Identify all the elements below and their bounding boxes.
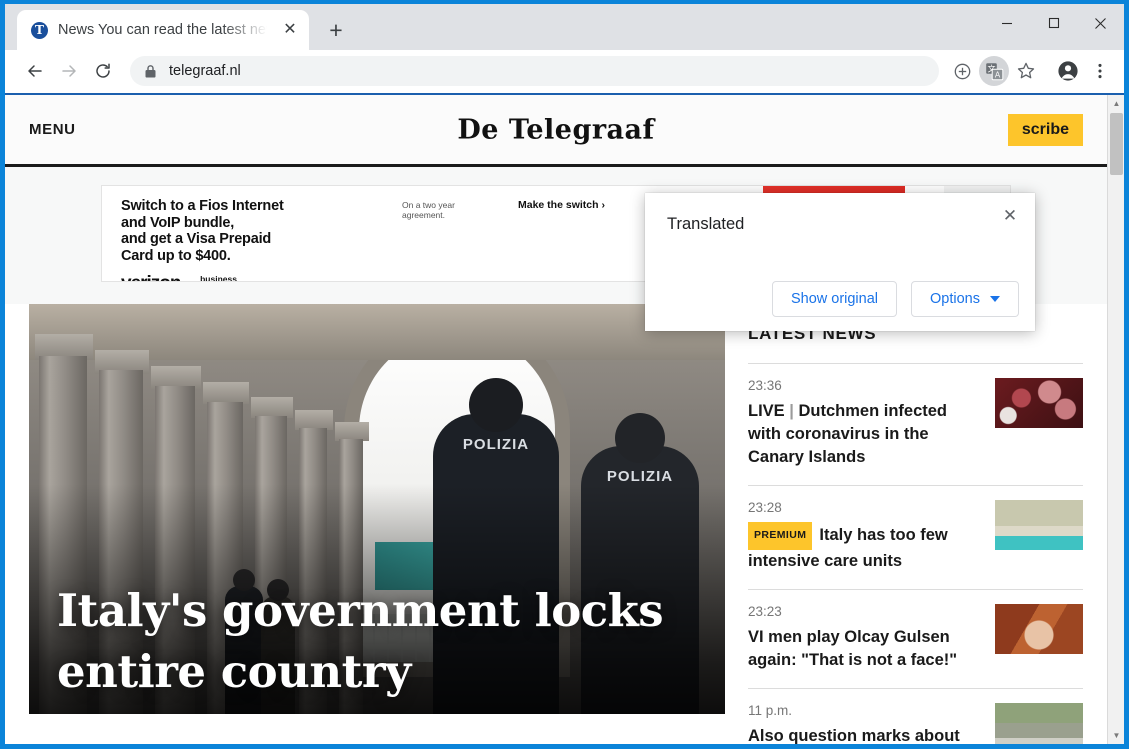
- hero-capital: [295, 410, 333, 430]
- hero-capital: [203, 382, 249, 404]
- show-original-button[interactable]: Show original: [772, 281, 897, 317]
- news-item-time: 11 p.m.: [748, 703, 983, 718]
- ad-headline-line: and get a Visa Prepaid: [121, 231, 402, 248]
- list-item[interactable]: 23:23 VI men play Olcay Gulsen again: "T…: [748, 590, 1083, 689]
- ad-cta-link[interactable]: Make the switch ›: [518, 186, 605, 281]
- list-item[interactable]: 23:36 LIVE | Dutchmen infected with coro…: [748, 364, 1083, 486]
- news-item-time: 23:36: [748, 378, 983, 393]
- favicon-glyph: T: [35, 24, 44, 36]
- site-masthead: De Telegraaf: [457, 114, 654, 145]
- hero-capital: [251, 397, 293, 418]
- news-item-thumbnail: [995, 500, 1083, 550]
- options-button[interactable]: Options: [911, 281, 1019, 317]
- scrollbar-down-arrow-icon[interactable]: ▼: [1108, 727, 1124, 744]
- news-item-title: LIVE | Dutchmen infected with coronaviru…: [748, 400, 983, 469]
- verizon-logo: verizon ✓ business ready: [121, 273, 402, 282]
- profile-avatar-icon[interactable]: [1053, 56, 1083, 86]
- page-viewport: MENU De Telegraaf scribe Switch to a Fio…: [5, 93, 1124, 744]
- new-tab-button[interactable]: +: [319, 13, 353, 47]
- hero-headline: Italy's government locks entire country: [57, 580, 665, 702]
- status-badge: PREMIUM: [748, 522, 812, 550]
- verizon-check-icon: ✓: [183, 277, 196, 282]
- window-close-button[interactable]: [1077, 4, 1124, 42]
- telegraaf-favicon-icon: T: [31, 22, 48, 39]
- tab-title: News You can read the latest new: [58, 22, 269, 38]
- window-controls: [983, 4, 1124, 42]
- news-item-title: Also question marks about: [748, 725, 983, 744]
- site-menu-button[interactable]: MENU: [29, 121, 76, 138]
- ad-headline-line: Card up to $400.: [121, 248, 402, 265]
- list-item[interactable]: 23:28 PREMIUMItaly has too few intensive…: [748, 486, 1083, 590]
- page-content: POLIZIA POLIZIA Italy's government locks…: [5, 304, 1107, 744]
- show-original-label: Show original: [791, 291, 878, 307]
- scrollbar-up-arrow-icon[interactable]: ▲: [1108, 95, 1124, 112]
- browser-tab[interactable]: T News You can read the latest new ✕: [17, 10, 309, 50]
- svg-text:A: A: [994, 70, 1000, 79]
- news-item-time: 23:23: [748, 604, 983, 619]
- window-maximize-button[interactable]: [1030, 4, 1077, 42]
- back-button[interactable]: [19, 55, 51, 87]
- live-prefix: LIVE: [748, 402, 785, 420]
- ad-terms: On a two year agreement.: [402, 186, 494, 281]
- translate-popup: Translated ✕ Show original Options: [645, 193, 1035, 331]
- scrollbar-thumb[interactable]: [1110, 113, 1123, 175]
- address-bar-url: telegraaf.nl: [169, 63, 241, 79]
- news-item-title: VI men play Olcay Gulsen again: "That is…: [748, 626, 983, 672]
- translate-popup-title: Translated: [667, 215, 1019, 234]
- browser-window: T News You can read the latest new ✕ +: [0, 0, 1129, 749]
- ad-headline-line: and VoIP bundle,: [121, 215, 402, 232]
- police-back-label: POLIZIA: [607, 468, 673, 485]
- verizon-tagline-line: business: [200, 274, 237, 282]
- address-bar[interactable]: telegraaf.nl: [130, 56, 939, 86]
- page-scrollbar[interactable]: ▲ ▼: [1107, 95, 1124, 744]
- options-label: Options: [930, 291, 980, 307]
- site-header: MENU De Telegraaf scribe: [5, 95, 1107, 167]
- browser-toolbar: telegraaf.nl 文 A: [5, 50, 1124, 93]
- latest-news-panel: LATEST NEWS 23:36 LIVE | Dutchmen infect…: [748, 304, 1083, 744]
- news-item-thumbnail: [995, 703, 1083, 744]
- news-item-thumbnail: [995, 604, 1083, 654]
- news-item-body: 23:36 LIVE | Dutchmen infected with coro…: [748, 378, 983, 469]
- browser-chrome: T News You can read the latest new ✕ +: [5, 4, 1124, 744]
- chevron-down-icon: [990, 296, 1000, 302]
- tab-strip: T News You can read the latest new ✕ +: [5, 4, 1124, 50]
- verizon-wordmark: verizon: [121, 273, 181, 282]
- hero-police-head: [469, 378, 523, 432]
- close-icon[interactable]: ✕: [997, 202, 1023, 228]
- news-item-title: PREMIUMItaly has too few intensive care …: [748, 522, 983, 573]
- translate-icon[interactable]: 文 A: [979, 56, 1009, 86]
- web-page: MENU De Telegraaf scribe Switch to a Fio…: [5, 95, 1107, 744]
- three-dot-menu-icon[interactable]: [1085, 56, 1115, 86]
- news-item-body: 11 p.m. Also question marks about: [748, 703, 983, 744]
- list-item[interactable]: 11 p.m. Also question marks about: [748, 689, 1083, 744]
- subscribe-button[interactable]: scribe: [1008, 114, 1083, 146]
- news-item-time: 23:28: [748, 500, 983, 515]
- hero-police-head: [615, 413, 665, 463]
- tab-close-icon[interactable]: ✕: [279, 19, 301, 41]
- police-back-label: POLIZIA: [463, 436, 529, 453]
- window-minimize-button[interactable]: [983, 4, 1030, 42]
- reload-button[interactable]: [87, 55, 119, 87]
- ad-copy: Switch to a Fios Internet and VoIP bundl…: [102, 186, 402, 281]
- install-icon[interactable]: [947, 56, 977, 86]
- title-separator: |: [789, 402, 794, 420]
- bookmark-star-icon[interactable]: [1011, 56, 1041, 86]
- lock-icon: [144, 64, 157, 79]
- news-item-body: 23:28 PREMIUMItaly has too few intensive…: [748, 500, 983, 573]
- ad-headline-line: Switch to a Fios Internet: [121, 198, 402, 215]
- news-item-thumbnail: [995, 378, 1083, 428]
- translate-popup-actions: Show original Options: [772, 281, 1019, 317]
- hero-article[interactable]: POLIZIA POLIZIA Italy's government locks…: [29, 304, 725, 714]
- news-item-body: 23:23 VI men play Olcay Gulsen again: "T…: [748, 604, 983, 672]
- verizon-tagline: business ready: [200, 275, 237, 282]
- forward-button[interactable]: [53, 55, 85, 87]
